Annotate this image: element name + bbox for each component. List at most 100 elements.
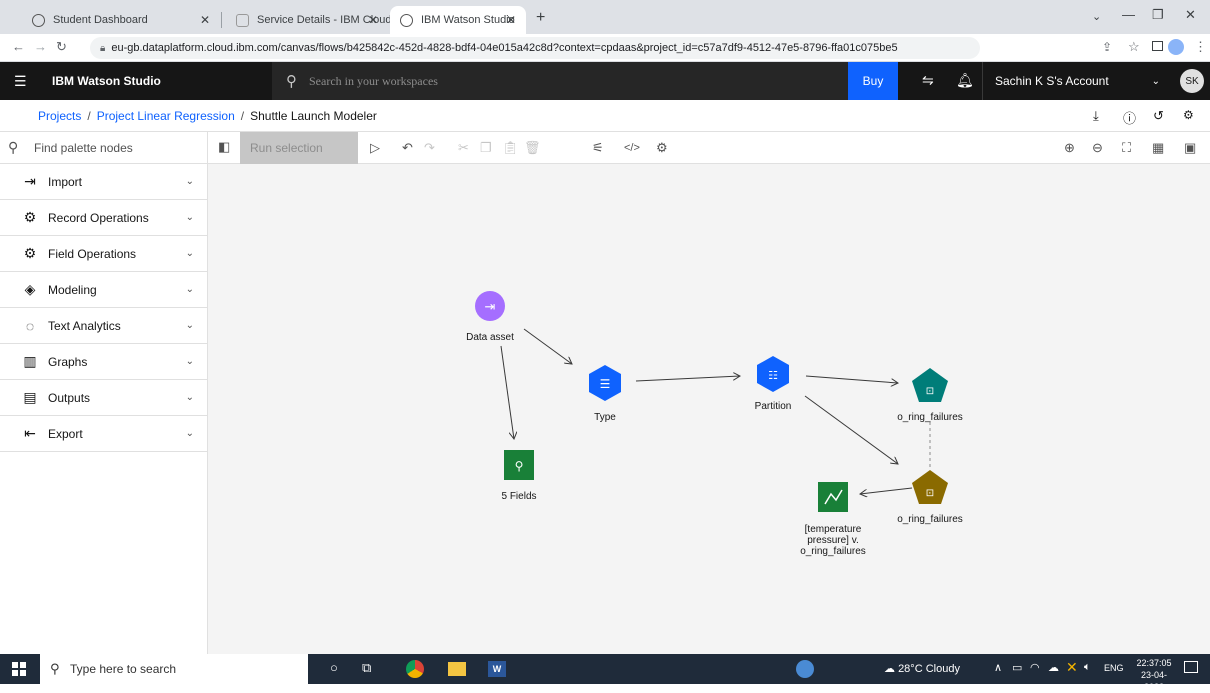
- flow-canvas[interactable]: ⇥ ☰ ☷ ⊡ ⊡ ⚲ Data asset Type Partition o_…: [208, 164, 1210, 654]
- node-type[interactable]: ☰: [589, 365, 621, 401]
- notifications-icon[interactable]: [1184, 661, 1198, 673]
- palette-category-export[interactable]: ⇤ Export ⌄: [0, 416, 208, 452]
- paste-icon[interactable]: 📋︎: [502, 140, 519, 156]
- zoom-in-icon[interactable]: ⊕: [1064, 140, 1075, 156]
- speaker-icon[interactable]: 🔈︎: [1084, 661, 1091, 674]
- breadcrumb: Projects / Project Linear Regression / S…: [0, 100, 1210, 132]
- word-icon[interactable]: W: [488, 661, 506, 677]
- palette-category-graphs[interactable]: ▥ Graphs ⌄: [0, 344, 208, 380]
- sidepanel-icon[interactable]: [1152, 41, 1163, 51]
- node-model-nugget-1[interactable]: ⊡: [912, 368, 948, 402]
- run-icon[interactable]: ▷: [370, 140, 380, 156]
- palette-search-input[interactable]: ⚲ Find palette nodes: [0, 132, 208, 164]
- reload-icon[interactable]: ↻: [56, 39, 67, 55]
- weather-widget[interactable]: ☁ 28°C Cloudy: [884, 662, 960, 675]
- palette-category-field-operations[interactable]: ⚙ Field Operations ⌄: [0, 236, 208, 272]
- address-bar: ← → ↻ 🔒︎ eu-gb.dataplatform.cloud.ibm.co…: [0, 34, 1210, 62]
- delete-icon[interactable]: 🗑︎: [524, 140, 541, 156]
- fit-to-screen-icon[interactable]: ⛶: [1122, 140, 1131, 156]
- chrome-icon[interactable]: [406, 660, 424, 678]
- account-switcher[interactable]: Sachin K S's Account ⌄: [982, 62, 1172, 100]
- minimize-icon[interactable]: —: [1122, 7, 1135, 22]
- task-view-icon[interactable]: ⧉: [362, 660, 371, 676]
- flow-settings-icon[interactable]: ⚙: [656, 140, 668, 156]
- diamond-icon: ◈: [24, 281, 36, 297]
- category-label: Field Operations: [48, 246, 137, 261]
- app-title[interactable]: IBM Watson Studio: [52, 74, 161, 88]
- info-icon[interactable]: ⓘ: [1123, 108, 1136, 127]
- download-icon[interactable]: ⤓: [1093, 108, 1099, 124]
- wifi-icon[interactable]: ◠: [1030, 661, 1040, 674]
- cortana-icon[interactable]: ○: [330, 660, 338, 675]
- browser-tab-service-details[interactable]: Service Details - IBM Cloud ✕: [226, 6, 392, 34]
- help-app-icon[interactable]: [796, 660, 814, 678]
- palette-category-modeling[interactable]: ◈ Modeling ⌄: [0, 272, 208, 308]
- tab-search-icon[interactable]: ⌄: [1092, 10, 1101, 23]
- zoom-out-icon[interactable]: ⊖: [1092, 140, 1103, 156]
- back-icon[interactable]: ←: [12, 39, 25, 54]
- close-icon[interactable]: ✕: [506, 13, 516, 27]
- file-explorer-icon[interactable]: [448, 662, 466, 676]
- breadcrumb-flow: Shuttle Launch Modeler: [250, 108, 377, 123]
- onedrive-icon[interactable]: ☁: [1048, 661, 1059, 674]
- tray-chevron-icon[interactable]: ∧: [994, 661, 1002, 674]
- toggle-palette-icon[interactable]: ◧: [218, 139, 230, 155]
- switcher-icon[interactable]: ⇋: [922, 72, 934, 89]
- buy-button[interactable]: Buy: [848, 62, 898, 100]
- clock[interactable]: 22:37:05 23-04-2022: [1132, 657, 1176, 693]
- browser-tab-watson-studio[interactable]: IBM Watson Studio ✕: [390, 6, 526, 34]
- copy-icon[interactable]: ❐: [480, 140, 492, 156]
- close-icon[interactable]: ✕: [368, 13, 378, 27]
- share-icon[interactable]: ⇪: [1102, 40, 1112, 54]
- palette-category-text-analytics[interactable]: ◌ Text Analytics ⌄: [0, 308, 208, 344]
- node-data-asset[interactable]: ⇥: [475, 291, 505, 321]
- palette-category-record-operations[interactable]: ⚙ Record Operations ⌄: [0, 200, 208, 236]
- node-label-model2: o_ring_failures: [897, 514, 963, 525]
- history-icon[interactable]: ↺: [1153, 108, 1164, 124]
- link-partition-to-model2: [804, 395, 898, 464]
- redo-icon[interactable]: ↷: [424, 140, 435, 156]
- user-avatar[interactable]: SK: [1180, 69, 1204, 93]
- bookmark-star-icon[interactable]: ☆: [1128, 39, 1140, 55]
- undo-icon[interactable]: ↶: [402, 140, 413, 156]
- side-panel-icon[interactable]: ▣: [1184, 140, 1196, 156]
- notification-bell-icon[interactable]: 🔔︎: [956, 72, 974, 89]
- close-icon[interactable]: ✕: [200, 13, 210, 27]
- properties-icon[interactable]: ⚟: [592, 140, 604, 156]
- browser-menu-icon[interactable]: ⋮: [1194, 39, 1207, 55]
- plot-label-line: pressure] v.: [807, 535, 859, 546]
- node-model-nugget-2[interactable]: ⊡: [912, 470, 948, 504]
- maximize-icon[interactable]: ❐: [1152, 7, 1164, 23]
- node-5-fields[interactable]: ⚲: [504, 450, 534, 480]
- palette-category-outputs[interactable]: ▤ Outputs ⌄: [0, 380, 208, 416]
- forward-icon[interactable]: →: [34, 39, 47, 54]
- profile-avatar-icon[interactable]: [1168, 39, 1184, 55]
- workspace-search-input[interactable]: ⚲ Search in your workspaces: [272, 62, 848, 100]
- globe-icon: [400, 13, 413, 27]
- node-plot[interactable]: [818, 482, 848, 512]
- windows-start-icon[interactable]: [12, 662, 26, 676]
- palette-category-import[interactable]: ⇥ Import ⌄: [0, 164, 208, 200]
- hamburger-menu-icon[interactable]: ☰: [14, 73, 27, 90]
- language-indicator[interactable]: ENG: [1104, 663, 1124, 673]
- battery-icon[interactable]: ▭: [1012, 661, 1022, 674]
- account-label: Sachin K S's Account: [995, 74, 1109, 88]
- node-partition[interactable]: ☷: [757, 356, 789, 392]
- run-selection-button[interactable]: Run selection: [240, 132, 358, 164]
- url-field[interactable]: 🔒︎ eu-gb.dataplatform.cloud.ibm.com/canv…: [90, 37, 980, 59]
- new-tab-icon[interactable]: +: [536, 9, 545, 27]
- taskbar-search-input[interactable]: ⚲ Type here to search: [40, 654, 308, 684]
- grid-view-icon[interactable]: ▦: [1152, 140, 1164, 156]
- browser-tab-student-dashboard[interactable]: Student Dashboard ✕: [22, 6, 220, 34]
- chevron-down-icon: ⌄: [185, 176, 194, 187]
- breadcrumb-project[interactable]: Project Linear Regression: [97, 109, 235, 123]
- chat-icon: ◌: [25, 317, 35, 334]
- window-close-icon[interactable]: ✕: [1185, 7, 1196, 23]
- plot-label-line: o_ring_failures: [800, 546, 866, 557]
- code-icon[interactable]: </>: [624, 140, 640, 156]
- taskbar-search-placeholder: Type here to search: [70, 662, 177, 676]
- cut-icon[interactable]: ✂: [458, 140, 469, 156]
- network-error-icon[interactable]: ✕: [1066, 659, 1078, 676]
- settings-icon[interactable]: ⚙: [1183, 108, 1194, 122]
- breadcrumb-projects[interactable]: Projects: [38, 109, 81, 123]
